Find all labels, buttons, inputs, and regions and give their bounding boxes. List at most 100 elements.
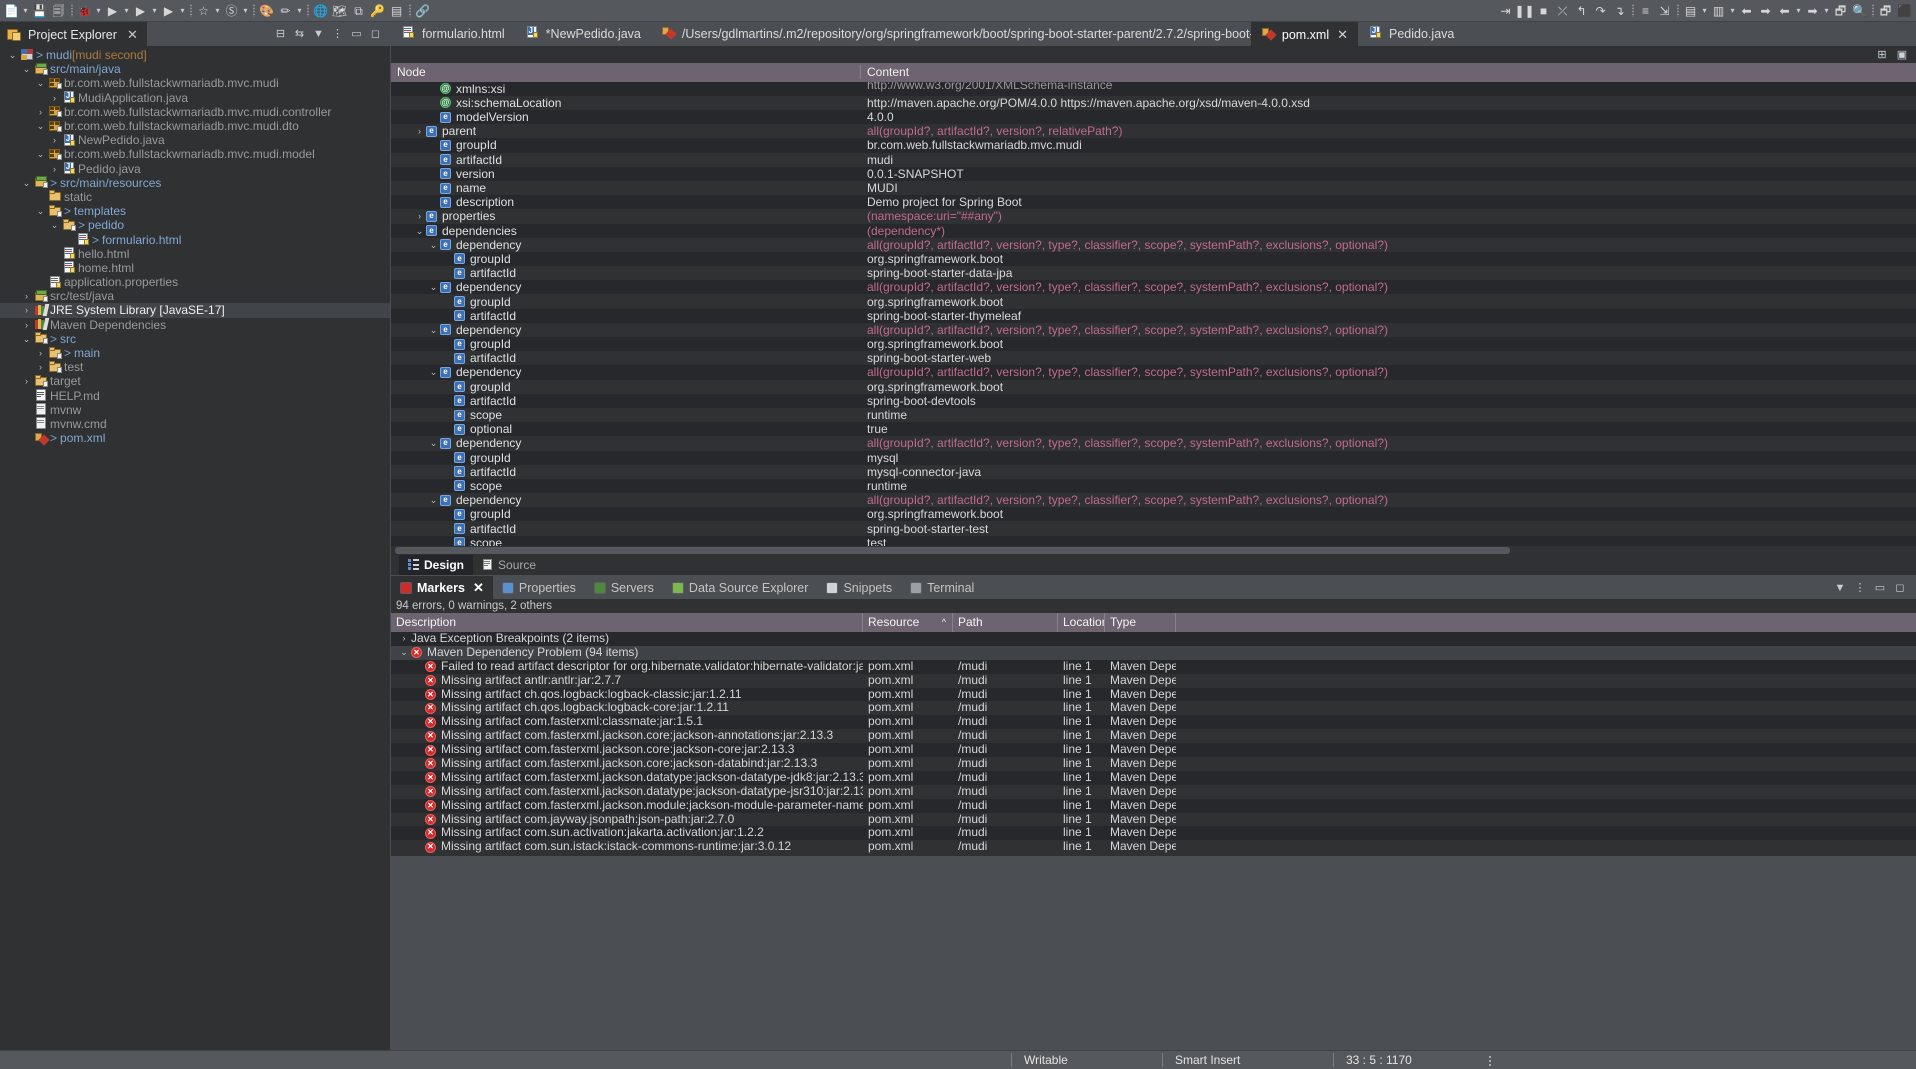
view-tab-design[interactable]: Design [399, 554, 474, 575]
marker-row[interactable]: ✕ Missing artifact com.sun.istack:istack-… [391, 840, 1916, 855]
open-perspective-icon[interactable]: 🗺 [330, 1, 349, 20]
xml-content-cell[interactable]: mysql [861, 451, 1916, 465]
new-wizard-icon[interactable]: 📄 [2, 1, 21, 20]
chevron-down-icon[interactable]: ⌄ [34, 204, 47, 218]
editor-tab-formulario-html[interactable]: formulario.html [391, 22, 515, 46]
xml-content-cell[interactable]: all(groupId?, artifactId?, version?, typ… [861, 323, 1916, 337]
next-annotation-dropdown-arrow[interactable]: ▾ [1728, 1, 1737, 20]
marker-row[interactable]: ✕ Missing artifact ch.qos.logback:logback… [391, 701, 1916, 716]
xml-content-cell[interactable]: 4.0.0 [861, 110, 1916, 124]
xml-tree-row[interactable]: e artifactId spring-boot-starter-web [391, 351, 1916, 366]
tree-item-br-com-web-fullstackwmariadb-mvc-mudi-dto[interactable]: ⌄ br.com.web.fullstackwmariadb.mvc.mudi.d… [0, 119, 390, 133]
tree-item-mudi[interactable]: ⌄ > mudi [mudi second] [0, 48, 390, 62]
marker-row[interactable]: ✕ Missing artifact com.jayway.jsonpath:js… [391, 812, 1916, 827]
next-annotation-icon[interactable]: ▥ [1709, 1, 1728, 20]
chevron-right-icon[interactable]: › [397, 632, 411, 646]
column-header-type[interactable]: Type [1105, 613, 1176, 632]
tree-item-br-com-web-fullstackwmariadb-mvc-mudi-model[interactable]: ⌄ br.com.web.fullstackwmariadb.mvc.mudi.m… [0, 147, 390, 161]
marker-row[interactable]: ✕ Missing artifact com.sun.activation:jak… [391, 826, 1916, 841]
open-perspective-button[interactable]: 🗗 [1876, 1, 1895, 20]
chevron-right-icon[interactable]: › [48, 162, 61, 176]
debug-dropdown-arrow[interactable]: ▾ [94, 1, 103, 20]
xml-tree-row[interactable]: e artifactId spring-boot-starter-thymeleaf [391, 308, 1916, 323]
xml-content-cell[interactable]: mudi [861, 153, 1916, 167]
chevron-down-icon[interactable]: ⌄ [20, 332, 33, 346]
chevron-right-icon[interactable]: › [413, 209, 426, 223]
save-all-icon[interactable]: 🗐 [49, 1, 68, 20]
xml-content-cell[interactable]: org.springframework.boot [861, 337, 1916, 351]
xml-tree-row[interactable]: ⌄ e dependency all(groupId?, artifactId?, v… [391, 436, 1916, 451]
xml-content-cell[interactable]: MUDI [861, 181, 1916, 195]
column-header-resource[interactable]: Resource ^ [863, 613, 953, 632]
chevron-down-icon[interactable]: ⌄ [413, 224, 426, 238]
marker-row[interactable]: ✕ Missing artifact com.fasterxml:classmat… [391, 715, 1916, 730]
xml-tree-row[interactable]: e artifactId spring-boot-starter-test [391, 521, 1916, 536]
xml-content-cell[interactable]: all(groupId?, artifactId?, version?, typ… [861, 365, 1916, 379]
tree-item-jre-system-library-javase-17-[interactable]: › JRE System Library [JavaSE-17] [0, 303, 390, 318]
chevron-right-icon[interactable]: › [413, 124, 426, 138]
xml-tree-row[interactable]: @ xsi:schemaLocation http://maven.apache.o… [391, 95, 1916, 110]
tree-item-br-com-web-fullstackwmariadb-mvc-mudi[interactable]: ⌄ br.com.web.fullstackwmariadb.mvc.mudi [0, 76, 390, 90]
chevron-down-icon[interactable]: ⌄ [20, 62, 33, 76]
xml-content-cell[interactable]: http://www.w3.org/2001/XMLSchema-instanc… [861, 82, 1916, 93]
back-icon[interactable]: ⬅ [1737, 1, 1756, 20]
coverage-dropdown-arrow[interactable]: ▾ [178, 1, 187, 20]
xml-tree-row[interactable]: ⌄ e dependency all(groupId?, artifactId?, v… [391, 237, 1916, 252]
xml-content-cell[interactable]: all(groupId?, artifactId?, version?, typ… [861, 238, 1916, 252]
previous-edit-dropdown-arrow[interactable]: ▾ [1794, 1, 1803, 20]
minimize-view-icon[interactable]: ▭ [348, 26, 365, 43]
chevron-down-icon[interactable]: ⌄ [34, 119, 47, 133]
xml-tree-row[interactable]: e artifactId mysql-connector-java [391, 464, 1916, 479]
xml-tree-row[interactable]: e name MUDI [391, 180, 1916, 196]
restore-editor-icon[interactable]: ▣ [1894, 47, 1910, 63]
xml-content-cell[interactable]: org.springframework.boot [861, 295, 1916, 309]
project-tree[interactable]: ⌄ > mudi [mudi second] ⌄ src/main/java ⌄ br.co… [0, 46, 390, 1050]
xml-content-cell[interactable]: http://maven.apache.org/POM/4.0.0 https:… [861, 96, 1916, 110]
key-icon[interactable]: 🔑 [368, 1, 387, 20]
xml-content-cell[interactable]: (dependency*) [861, 224, 1916, 238]
run-dropdown-arrow[interactable]: ▾ [122, 1, 131, 20]
xml-tree-row[interactable]: e artifactId spring-boot-devtools [391, 393, 1916, 408]
xml-content-cell[interactable]: org.springframework.boot [861, 507, 1916, 521]
marker-row[interactable]: ✕ Missing artifact ch.qos.logback:logback… [391, 687, 1916, 702]
disconnect-icon[interactable]: ⤫ [1553, 1, 1572, 20]
column-header-location[interactable]: Location [1058, 613, 1105, 632]
xml-content-cell[interactable]: spring-boot-starter-web [861, 351, 1916, 365]
xml-content-cell[interactable]: (namespace:uri="##any") [861, 209, 1916, 223]
xml-content-cell[interactable]: org.springframework.boot [861, 252, 1916, 266]
xml-tree-row[interactable]: › e parent all(groupId?, artifactId?, versi… [391, 124, 1916, 139]
new-annotation-dropdown-arrow[interactable]: ▾ [295, 1, 304, 20]
step-into-icon[interactable]: ⇥ [1496, 1, 1515, 20]
tree-item-mudiapplication-java[interactable]: › J MudiApplication.java [0, 91, 390, 105]
chevron-down-icon[interactable]: ⌄ [427, 365, 440, 379]
xml-tree-row[interactable]: ⌄ e dependency all(groupId?, artifactId?, v… [391, 280, 1916, 295]
xml-tree-rows[interactable]: @ xmlns:xsi http://www.w3.org/2001/XMLSche… [391, 81, 1916, 547]
close-icon[interactable]: ✕ [1337, 27, 1348, 43]
xml-content-cell[interactable]: spring-boot-devtools [861, 394, 1916, 408]
quick-access-search-icon[interactable]: 🔍 [1850, 1, 1869, 20]
xml-tree-row[interactable]: e scope runtime [391, 478, 1916, 494]
next-edit-dropdown-arrow[interactable]: ▾ [1822, 1, 1831, 20]
toggle-icon[interactable]: ⧉ [349, 1, 368, 20]
xml-tree-row[interactable]: @ xmlns:xsi http://www.w3.org/2001/XMLSche… [391, 81, 1916, 96]
marker-row[interactable]: ✕ Missing artifact com.fasterxml.jackson.… [391, 729, 1916, 744]
java-ee-perspective-button[interactable]: ⬛ [1895, 1, 1914, 20]
save-icon[interactable]: 💾 [30, 1, 49, 20]
debug-icon[interactable]: 🐞 [75, 1, 94, 20]
marker-row[interactable]: ✕ Missing artifact com.fasterxml.jackson.… [391, 770, 1916, 785]
tree-item-maven-dependencies[interactable]: › Maven Dependencies [0, 318, 390, 332]
xml-tree-row[interactable]: e artifactId mudi [391, 152, 1916, 167]
chevron-down-icon[interactable]: ⌄ [427, 280, 440, 294]
xml-tree-row[interactable]: e scope runtime [391, 407, 1916, 423]
marker-row[interactable]: ✕ Missing artifact antlr:antlr:jar:2.7.7 p… [391, 673, 1916, 688]
tree-item-pom-xml[interactable]: > pom.xml [0, 431, 390, 446]
tab-data-source-explorer[interactable]: Data Source Explorer [663, 576, 818, 599]
step-return-icon[interactable]: ↰ [1572, 1, 1591, 20]
forward-icon[interactable]: ➡ [1756, 1, 1775, 20]
chevron-down-icon[interactable]: ⌄ [20, 176, 33, 190]
tree-item-help-md[interactable]: HELP.md [0, 389, 390, 403]
close-icon[interactable]: ✕ [127, 27, 138, 43]
link-with-editor-icon[interactable]: ⇆ [291, 26, 308, 43]
tab-markers[interactable]: Markers ✕ [391, 576, 493, 599]
tree-item-static[interactable]: static [0, 190, 390, 204]
